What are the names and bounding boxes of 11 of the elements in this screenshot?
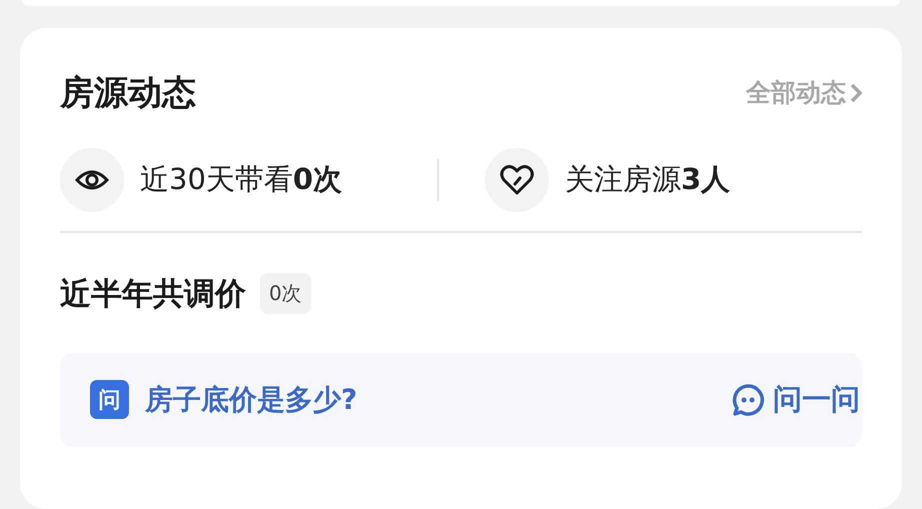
- price-adjust-title: 近半年共调价: [60, 274, 246, 314]
- stat-text: 近30天带看0次: [140, 160, 342, 198]
- ask-button[interactable]: 问一问: [731, 380, 860, 420]
- chat-bubble-icon: [731, 382, 765, 417]
- chevron-icon: [850, 82, 862, 103]
- heart-icon: [500, 164, 534, 196]
- count-badge: 0次: [260, 273, 311, 314]
- question-text: 房子底价是多少?: [145, 382, 358, 418]
- section-title: 房源动态: [60, 72, 196, 115]
- stat-text: 关注房源3人: [565, 160, 730, 198]
- question-icon: 问: [90, 380, 129, 420]
